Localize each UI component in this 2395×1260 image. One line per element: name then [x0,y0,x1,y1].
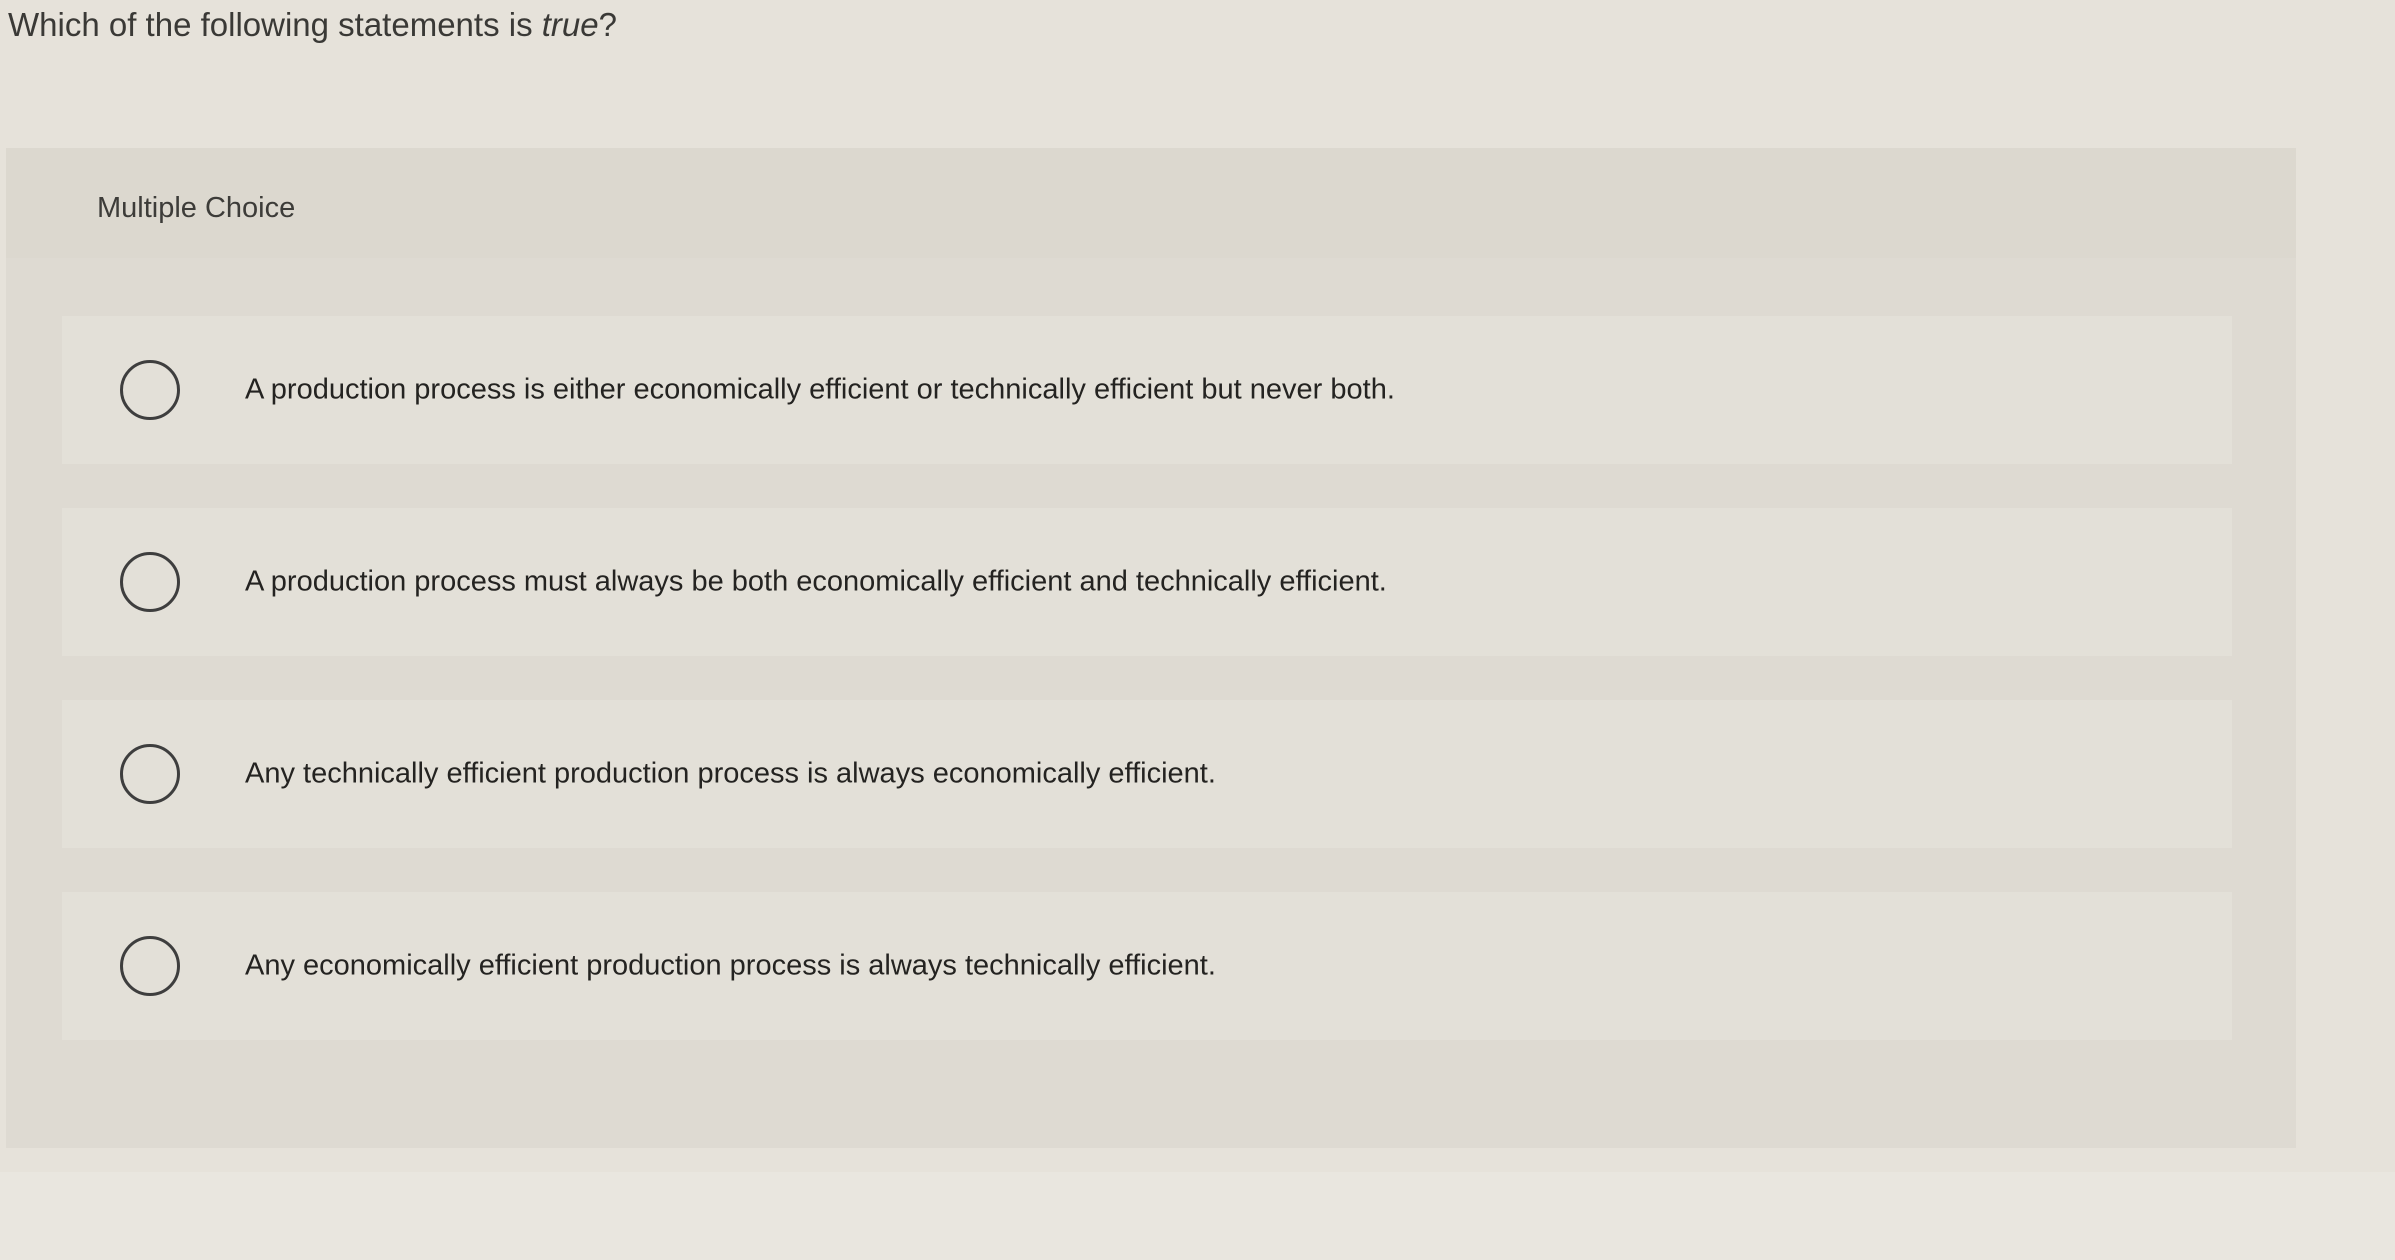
radio-button-icon[interactable] [120,360,180,420]
question-suffix: ? [598,6,617,43]
choice-option-1[interactable]: A production process is either economica… [62,316,2232,464]
choice-label: A production process must always be both… [245,565,1387,598]
choice-option-3[interactable]: Any technically efficient production pro… [62,700,2232,848]
choice-label: A production process is either economica… [245,373,1395,406]
radio-button-icon[interactable] [120,744,180,804]
radio-button-icon[interactable] [120,552,180,612]
choice-list: A production process is either economica… [62,316,2232,1084]
panel-header: Multiple Choice [6,148,2296,258]
multiple-choice-panel: Multiple Choice A production process is … [6,148,2296,1148]
question-prefix: Which of the following statements is [8,6,542,43]
choice-option-4[interactable]: Any economically efficient production pr… [62,892,2232,1040]
choice-label: Any economically efficient production pr… [245,949,1216,982]
question-emphasis: true [541,6,599,43]
radio-button-icon[interactable] [120,936,180,996]
choice-label: Any technically efficient production pro… [245,757,1216,790]
choice-option-2[interactable]: A production process must always be both… [62,508,2232,656]
question-text: Which of the following statements is tru… [8,6,617,44]
page-footer-area [0,1172,2395,1260]
panel-header-label: Multiple Choice [97,192,296,224]
